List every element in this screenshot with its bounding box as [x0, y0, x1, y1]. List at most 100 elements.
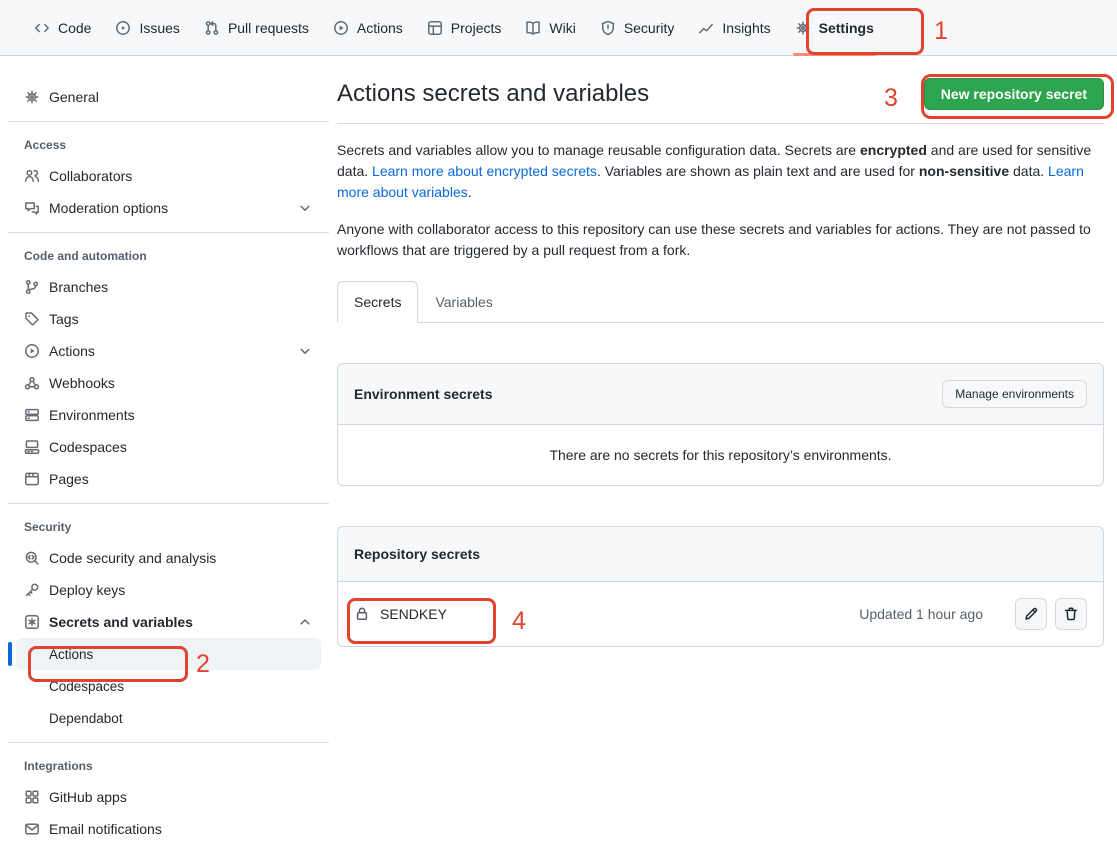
nav-tab-label: Pull requests: [228, 20, 309, 36]
nav-tab-issues[interactable]: Issues: [107, 0, 187, 55]
sidebar-item-actions[interactable]: Actions: [16, 638, 321, 670]
environment-secrets-empty-message: There are no secrets for this repository…: [338, 425, 1103, 485]
secret-updated-text: Updated 1 hour ago: [859, 606, 983, 622]
page-title: Actions secrets and variables: [337, 78, 649, 110]
nav-tab-label: Actions: [357, 20, 403, 36]
lock-icon: [354, 606, 370, 622]
tag-icon: [24, 311, 40, 327]
repository-secrets-box: Repository secrets SENDKEY Updated 1 hour…: [337, 526, 1104, 647]
sidebar-item-label: Dependabot: [49, 711, 123, 726]
mail-icon: [24, 821, 40, 837]
nav-tab-label: Wiki: [549, 20, 575, 36]
shield-icon: [600, 20, 616, 36]
key-icon: [24, 582, 40, 598]
nav-tab-code[interactable]: Code: [26, 0, 99, 55]
secret-name: SENDKEY: [354, 606, 447, 622]
repository-secrets-title: Repository secrets: [354, 546, 480, 562]
intro-bold-text: non-sensitive: [919, 163, 1009, 179]
sidebar-item-general[interactable]: General: [16, 81, 321, 113]
sidebar-item-webhooks[interactable]: Webhooks: [16, 367, 321, 399]
sidebar-item-branches[interactable]: Branches: [16, 271, 321, 303]
sidebar-item-environments[interactable]: Environments: [16, 399, 321, 431]
settings-sidebar: GeneralAccessCollaboratorsModeration opt…: [0, 56, 337, 845]
delete-secret-button[interactable]: [1055, 598, 1087, 630]
browser-icon: [24, 471, 40, 487]
environment-secrets-title: Environment secrets: [354, 386, 493, 402]
sidebar-item-label: General: [49, 89, 99, 105]
sidebar-item-label: Code security and analysis: [49, 550, 216, 566]
sidebar-item-label: Moderation options: [49, 200, 168, 216]
chevron-up-icon: [297, 614, 313, 630]
repository-secrets-list: SENDKEY Updated 1 hour ago: [338, 582, 1103, 646]
intro-paragraph-1: Secrets and variables allow you to manag…: [337, 140, 1104, 203]
sidebar-item-label: Codespaces: [49, 439, 127, 455]
sidebar-item-pages[interactable]: Pages: [16, 463, 321, 495]
sidebar-item-email-notifications[interactable]: Email notifications: [16, 813, 321, 845]
sidebar-divider: [8, 121, 329, 122]
nav-tab-security[interactable]: Security: [592, 0, 683, 55]
sidebar-item-secrets-and-variables[interactable]: Secrets and variables: [16, 606, 321, 638]
intro-text-segment: data.: [1009, 163, 1048, 179]
manage-environments-button[interactable]: Manage environments: [942, 380, 1087, 408]
nav-tab-projects[interactable]: Projects: [419, 0, 510, 55]
repo-nav: CodeIssues Pull requests Actions Projects Wi…: [0, 0, 1117, 56]
intro-text-segment: Anyone with collaborator access to this …: [337, 221, 1091, 258]
settings-layout: GeneralAccessCollaboratorsModeration opt…: [0, 56, 1117, 845]
sidebar-item-label: Codespaces: [49, 679, 124, 694]
sidebar-divider: [8, 503, 329, 504]
intro-link-learn-more-about-encrypted-secrets[interactable]: Learn more about encrypted secrets: [372, 163, 597, 179]
tab-variables[interactable]: Variables: [418, 281, 509, 323]
sidebar-item-label: Actions: [49, 647, 93, 662]
nav-tab-label: Settings: [819, 20, 874, 36]
sidebar-item-label: Actions: [49, 343, 95, 359]
nav-tab-actions[interactable]: Actions: [325, 0, 411, 55]
sidebar-item-code-security-and-analysis[interactable]: Code security and analysis: [16, 542, 321, 574]
comment-discussion-icon: [24, 200, 40, 216]
sidebar-item-github-apps[interactable]: GitHub apps: [16, 781, 321, 813]
nav-tab-insights[interactable]: Insights: [690, 0, 778, 55]
sidebar-item-tags[interactable]: Tags: [16, 303, 321, 335]
pencil-icon: [1023, 606, 1039, 622]
projects-icon: [427, 20, 443, 36]
graph-icon: [698, 20, 714, 36]
environment-secrets-box: Environment secrets Manage environments …: [337, 363, 1104, 486]
sidebar-item-dependabot[interactable]: Dependabot: [16, 702, 321, 734]
code-icon: [34, 20, 50, 36]
nav-tab-wiki[interactable]: Wiki: [517, 0, 583, 55]
intro-text: Secrets and variables allow you to manag…: [337, 140, 1104, 261]
intro-bold-text: encrypted: [860, 142, 927, 158]
webhook-icon: [24, 375, 40, 391]
nav-tab-label: Insights: [722, 20, 770, 36]
gear-icon: [795, 20, 811, 36]
sidebar-item-actions[interactable]: Actions: [16, 335, 321, 367]
tab-secrets[interactable]: Secrets: [337, 281, 418, 323]
sidebar-item-codespaces[interactable]: Codespaces: [16, 431, 321, 463]
sidebar-item-label: Webhooks: [49, 375, 115, 391]
sidebar-item-label: Deploy keys: [49, 582, 125, 598]
secret-row: SENDKEY Updated 1 hour ago: [338, 582, 1103, 646]
edit-secret-button[interactable]: [1015, 598, 1047, 630]
codespaces-icon: [24, 439, 40, 455]
nav-tab-settings[interactable]: Settings: [787, 0, 882, 55]
sidebar-item-label: Tags: [49, 311, 79, 327]
book-icon: [525, 20, 541, 36]
nav-tab-pull-requests[interactable]: Pull requests: [196, 0, 317, 55]
sidebar-divider: [8, 742, 329, 743]
sidebar-item-moderation-options[interactable]: Moderation options: [16, 192, 321, 224]
sidebar-section-title-integrations: Integrations: [16, 751, 321, 781]
sidebar-section-title-code-and-automation: Code and automation: [16, 241, 321, 271]
intro-text-segment: . Variables are shown as plain text and …: [597, 163, 919, 179]
sidebar-item-deploy-keys[interactable]: Deploy keys: [16, 574, 321, 606]
sidebar-item-label: GitHub apps: [49, 789, 127, 805]
sidebar-item-codespaces[interactable]: Codespaces: [16, 670, 321, 702]
secret-name-label: SENDKEY: [380, 606, 447, 622]
sidebar-item-label: Email notifications: [49, 821, 162, 837]
server-icon: [24, 407, 40, 423]
sidebar-item-label: Collaborators: [49, 168, 132, 184]
gear-icon: [24, 89, 40, 105]
repository-secrets-header: Repository secrets: [338, 527, 1103, 582]
sidebar-item-collaborators[interactable]: Collaborators: [16, 160, 321, 192]
settings-main: Actions secrets and variables New reposi…: [337, 56, 1117, 647]
new-repository-secret-button[interactable]: New repository secret: [924, 78, 1104, 110]
chevron-down-icon: [297, 200, 313, 216]
